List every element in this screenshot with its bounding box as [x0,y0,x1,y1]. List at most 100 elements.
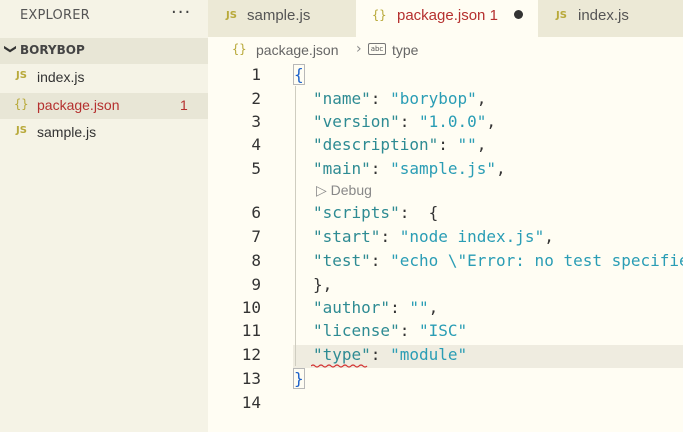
error-squiggle [311,364,368,368]
javascript-file-icon: JS [556,10,567,21]
json-key: "author" [313,298,391,317]
tab-package-json[interactable]: {} package.json 1 [356,0,538,37]
punctuation: , [428,298,439,317]
code-line[interactable]: }, [313,275,332,294]
punctuation: , [486,112,497,131]
code-line[interactable]: "type": "module" [313,345,467,364]
file-name: index.js [37,69,85,85]
code-token: }, [313,275,333,294]
punctuation: , [544,227,554,246]
unsaved-dot-icon[interactable] [514,10,523,19]
code-line[interactable]: "description": "", [313,135,486,154]
json-file-icon: {} [372,8,387,22]
code-line[interactable]: { [293,64,305,85]
line-number: 7 [251,227,261,246]
line-number: 10 [241,298,261,317]
colon: : [370,159,391,178]
colon: : [390,298,410,317]
folder-row[interactable]: ❯ BORYBOP [0,38,208,64]
tab-label: package.json 1 [397,7,498,24]
punctuation: , [496,159,506,178]
code-line[interactable]: "scripts": { [313,203,438,222]
colon: : [399,203,419,222]
colon: : [399,112,419,131]
line-number: 14 [241,393,261,412]
breadcrumb-separator: › [356,41,362,57]
tab-label: sample.js [247,7,311,24]
json-key: "version" [313,112,400,131]
file-item[interactable]: JS sample.js [0,120,208,146]
tab-label: index.js [578,7,629,24]
code-line[interactable]: "main": "sample.js", [313,159,506,178]
file-item[interactable]: JS index.js [0,65,208,91]
colon: : [370,345,391,364]
json-value: "" [409,298,429,317]
line-number: 12 [241,345,261,364]
tab-index-js[interactable]: JS index.js [538,0,683,37]
indent-guide [295,86,296,366]
file-name: sample.js [37,124,97,140]
file-item[interactable]: {} package.json 1 [0,93,208,119]
json-key: "test" [313,251,371,270]
json-value: "borybop" [390,89,477,108]
json-key: "license" [313,321,400,340]
json-key: "main" [313,159,371,178]
json-value: "1.0.0" [418,112,487,131]
string-symbol-icon: abc [368,43,386,55]
json-file-icon: {} [232,42,247,56]
json-key: "description" [313,135,439,154]
json-key: "start" [313,227,381,246]
line-number: 6 [251,203,261,222]
more-actions-icon[interactable]: ··· [171,2,191,23]
json-value: "node index.js" [399,227,545,246]
code-editor[interactable]: 1 {2 "name": "borybop", 3 "version": "1.0.0"… [208,64,683,432]
code-line[interactable]: "author": "", [313,298,438,317]
javascript-file-icon: JS [16,70,27,81]
line-number: 9 [251,275,261,294]
tab-sample-js[interactable]: JS sample.js [208,0,356,37]
file-name: package.json [37,97,120,113]
line-number: 5 [251,159,261,178]
json-key: "scripts" [313,203,400,222]
problem-count-badge: 1 [180,97,188,113]
folder-name: BORYBOP [20,43,85,57]
explorer-title: EXPLORER [20,8,90,23]
code-token: } [293,368,305,389]
json-value: "echo \"Error: no test specifie [390,251,683,270]
punctuation: , [476,89,487,108]
explorer-header: EXPLORER ··· [0,0,208,34]
punctuation: , [476,135,487,154]
javascript-file-icon: JS [16,125,27,136]
line-number: 11 [241,321,261,340]
explorer-sidebar: EXPLORER ··· ❯ BORYBOP JS index.js {} pa… [0,0,208,432]
breadcrumb: {} package.json › abc type [208,37,683,64]
colon: : [399,321,419,340]
json-value: "sample.js" [390,159,497,178]
code-line[interactable]: "test": "echo \"Error: no test specifie [313,251,683,270]
code-line[interactable]: } [293,368,305,389]
line-number: 3 [251,112,261,131]
line-number: 1 [251,65,261,84]
colon: : [370,89,391,108]
json-value: "" [457,135,477,154]
line-number: 4 [251,135,261,154]
colon: : [380,227,400,246]
code-token: { [293,64,305,85]
json-file-icon: {} [14,97,29,111]
javascript-file-icon: JS [226,10,237,21]
colon: : [438,135,458,154]
code-line[interactable]: "start": "node index.js", [313,227,554,246]
colon: : [370,251,391,270]
code-line[interactable]: "name": "borybop", [313,89,486,108]
json-key: "type" [313,345,371,364]
breadcrumb-symbol[interactable]: type [392,42,418,58]
code-line[interactable]: "license": "ISC" [313,321,467,340]
breadcrumb-file[interactable]: package.json [256,42,339,58]
debug-codelens[interactable]: ▷ Debug [316,182,372,199]
editor-tab-bar: JS sample.js {} package.json 1 JS index.… [208,0,683,37]
json-value: "ISC" [418,321,468,340]
json-value: "module" [390,345,468,364]
line-number: 2 [251,89,261,108]
line-number: 8 [251,251,261,270]
code-line[interactable]: "version": "1.0.0", [313,112,496,131]
